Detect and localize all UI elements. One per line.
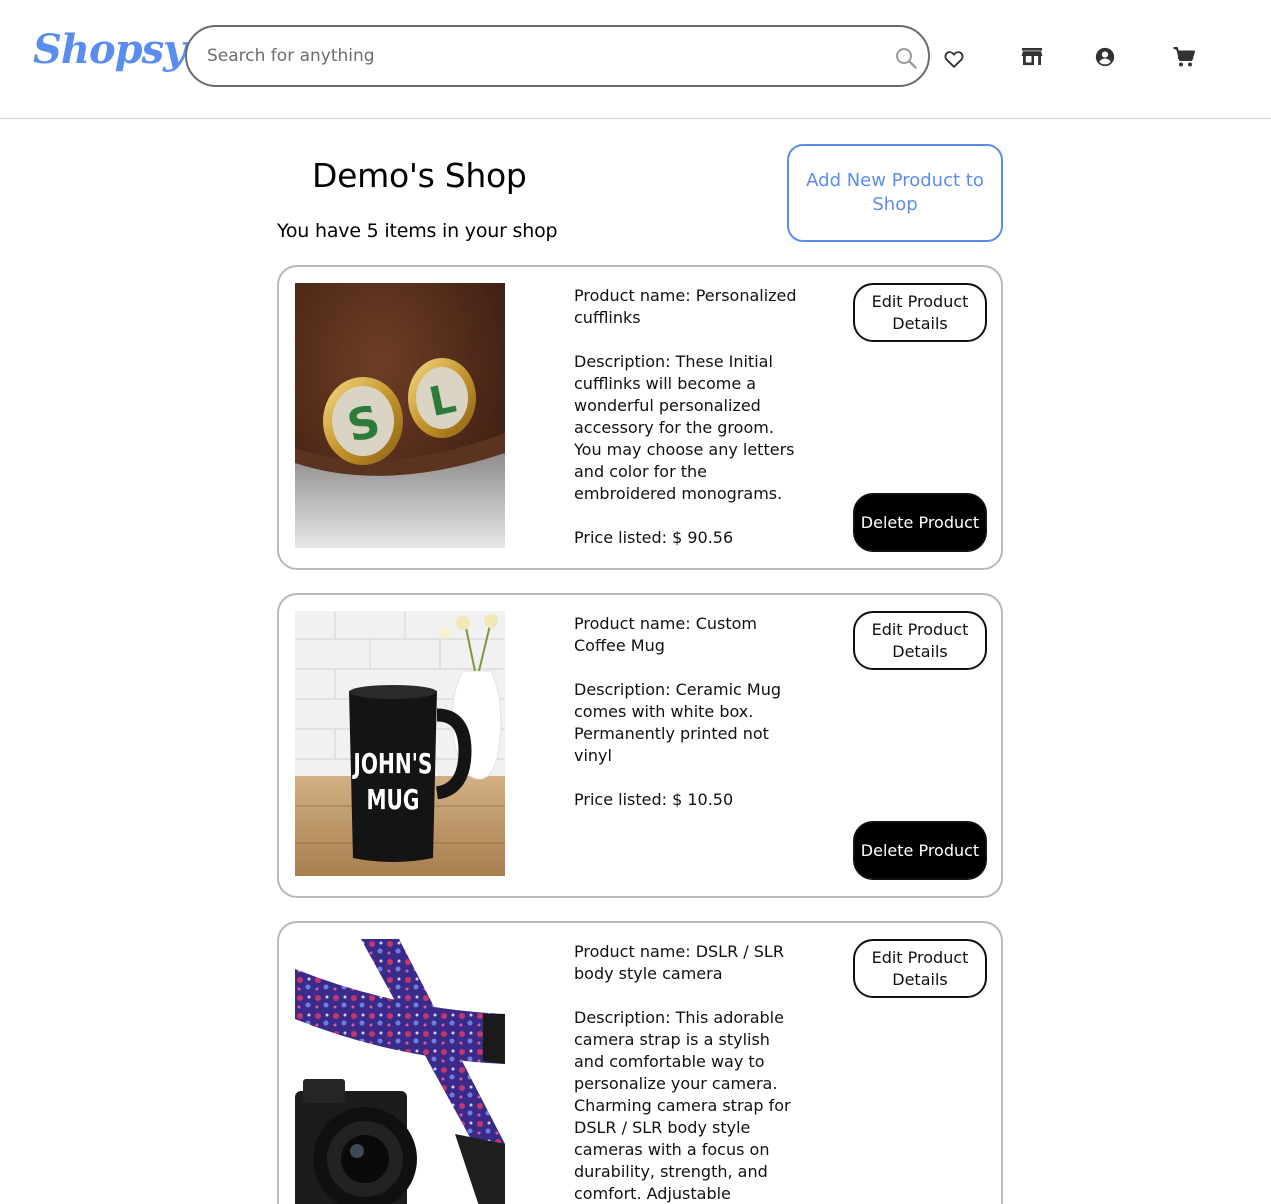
- product-name: Product name: Personalized cufflinks: [574, 286, 797, 327]
- search-bar[interactable]: [185, 25, 930, 87]
- delete-product-button[interactable]: Delete Product: [853, 821, 987, 880]
- delete-product-button[interactable]: Delete Product: [853, 493, 987, 552]
- store-icon[interactable]: [1020, 45, 1044, 69]
- edit-product-button[interactable]: Edit Product Details: [853, 611, 987, 670]
- account-icon[interactable]: [1094, 46, 1116, 68]
- shop-item-count: You have 5 items in your shop: [277, 220, 558, 242]
- product-card: S L Product name: Personalized cufflinks…: [277, 265, 1003, 570]
- heart-icon[interactable]: [943, 48, 965, 70]
- edit-product-button[interactable]: Edit Product Details: [853, 283, 987, 342]
- mug-print-line-1: JOHN'S: [352, 747, 433, 780]
- product-info: Product name: DSLR / SLR body style came…: [574, 941, 799, 1204]
- mug-print-line-2: MUG: [366, 783, 419, 816]
- product-card: Product name: DSLR / SLR body style came…: [277, 921, 1003, 1204]
- product-info: Product name: Custom Coffee Mug Descript…: [574, 613, 799, 811]
- product-info: Product name: Personalized cufflinks Des…: [574, 285, 799, 549]
- product-description: Description: This adorable camera strap …: [574, 1008, 791, 1203]
- product-price: Price listed: $ 10.50: [574, 790, 734, 809]
- shopsy-logo[interactable]: Shopsy: [33, 26, 186, 73]
- product-description: Description: Ceramic Mug comes with whit…: [574, 680, 782, 765]
- product-image-camera-strap: [295, 939, 505, 1204]
- search-input[interactable]: [207, 41, 887, 71]
- product-price: Price listed: $ 90.56: [574, 528, 734, 547]
- product-image-cufflinks: S L: [295, 283, 505, 548]
- product-description: Description: These Initial cufflinks wil…: [574, 352, 795, 503]
- product-name: Product name: Custom Coffee Mug: [574, 614, 757, 655]
- product-image-mug: JOHN'S MUG: [295, 611, 505, 876]
- product-name: Product name: DSLR / SLR body style came…: [574, 942, 784, 983]
- product-card: JOHN'S MUG Product name: Custom Coffee M…: [277, 593, 1003, 898]
- shop-title: Demo's Shop: [312, 156, 527, 195]
- top-header: Shopsy: [0, 0, 1271, 119]
- add-new-product-button[interactable]: Add New Product to Shop: [787, 144, 1003, 242]
- edit-product-button[interactable]: Edit Product Details: [853, 939, 987, 998]
- search-icon[interactable]: [894, 46, 918, 70]
- cart-icon[interactable]: [1172, 45, 1196, 69]
